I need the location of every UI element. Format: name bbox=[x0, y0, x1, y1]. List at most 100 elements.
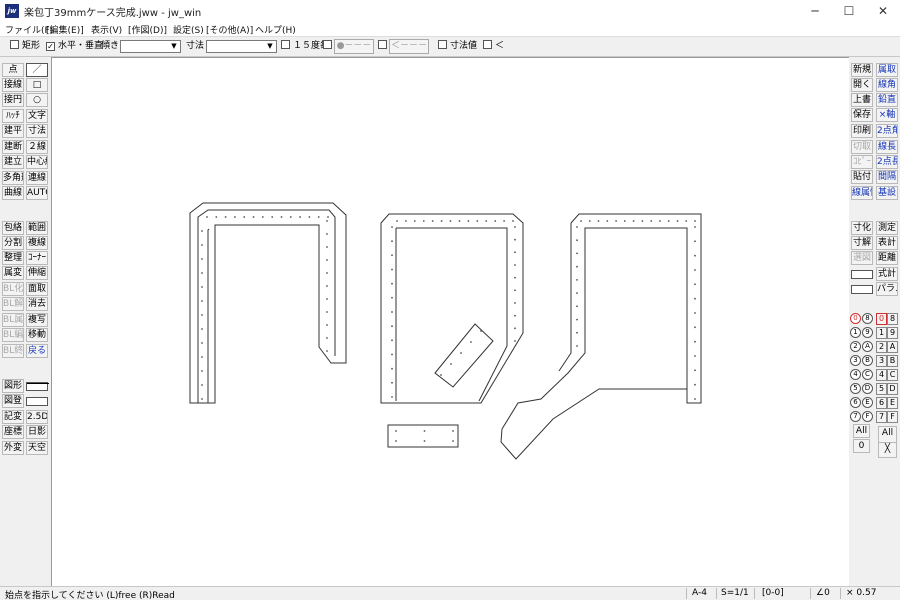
tool-r1-10[interactable]: 表計 bbox=[876, 236, 898, 250]
line-color-swatch[interactable] bbox=[851, 285, 873, 294]
tool-r0-6[interactable]: ｺﾋﾟｰ bbox=[851, 155, 873, 169]
tool-left-4[interactable]: 建平 bbox=[2, 124, 24, 138]
layer-button[interactable]: A bbox=[887, 341, 898, 353]
tool-r0-11[interactable]: 選図 bbox=[851, 251, 873, 265]
tool-left-21[interactable]: 座標 bbox=[2, 425, 24, 439]
tool-left-6[interactable]: 建立 bbox=[2, 155, 24, 169]
line-color-swatch[interactable] bbox=[851, 270, 873, 279]
status-paper-size[interactable]: A-4 bbox=[692, 588, 707, 598]
status-layer[interactable]: [0-0] bbox=[762, 588, 784, 598]
tool-left-0[interactable]: 点 bbox=[2, 63, 24, 77]
layer-button[interactable]: 1 bbox=[876, 327, 887, 339]
cad-part-outline[interactable] bbox=[189, 202, 347, 404]
tool-right-10[interactable]: 複線 bbox=[26, 236, 48, 250]
cad-tab[interactable] bbox=[434, 323, 494, 388]
layer-button[interactable]: F bbox=[887, 411, 898, 423]
checkbox-box[interactable] bbox=[323, 40, 332, 49]
layer-button[interactable]: 2 bbox=[876, 341, 887, 353]
layer-group-button[interactable]: A bbox=[862, 341, 873, 352]
status-angle[interactable]: ∠0 bbox=[816, 588, 830, 598]
tool-r1-6[interactable]: 2点長 bbox=[876, 155, 898, 169]
tool-r0-9[interactable]: 寸化 bbox=[851, 221, 873, 235]
layer-group-button[interactable]: 8 bbox=[862, 313, 873, 324]
menu-edit[interactable]: [編集(E)] bbox=[46, 23, 84, 36]
tool-left-15[interactable]: BL属 bbox=[2, 313, 24, 327]
layer-button[interactable]: 4 bbox=[876, 369, 887, 381]
tool-r1-4[interactable]: 2点角 bbox=[876, 124, 898, 138]
status-zoom[interactable]: × 0.57 bbox=[846, 588, 876, 598]
current-layer-group-button[interactable]: 0 bbox=[853, 439, 870, 453]
checkbox-box[interactable] bbox=[438, 40, 447, 49]
tool-right-14[interactable]: 消去 bbox=[26, 297, 48, 311]
tool-right-20[interactable]: 2.5D bbox=[26, 410, 48, 424]
layer-group-button[interactable]: 9 bbox=[862, 327, 873, 338]
checkbox-box[interactable] bbox=[378, 40, 387, 49]
tool-right-7[interactable]: 連線 bbox=[26, 171, 48, 185]
tool-r0-0[interactable]: 新規 bbox=[851, 63, 873, 77]
tool-right-0[interactable]: ／ bbox=[26, 63, 48, 77]
dropdown-arrow-icon[interactable]: ▼ bbox=[265, 42, 275, 51]
tool-r0-2[interactable]: 上書 bbox=[851, 93, 873, 107]
menu-view[interactable]: 表示(V) bbox=[91, 23, 122, 36]
tool-left-1[interactable]: 接線 bbox=[2, 78, 24, 92]
cad-part-inner-contour[interactable] bbox=[197, 209, 336, 403]
tool-right-13[interactable]: 面取 bbox=[26, 282, 48, 296]
angle15-checkbox[interactable]: １５度毎 bbox=[281, 40, 329, 53]
line-style-swatch[interactable] bbox=[26, 397, 48, 406]
status-scale[interactable]: S=1/1 bbox=[721, 588, 749, 598]
tool-r1-7[interactable]: 間隔 bbox=[876, 170, 898, 184]
layer-group-button[interactable]: 7 bbox=[850, 411, 861, 422]
cad-part-outline[interactable] bbox=[500, 213, 702, 460]
checkbox-box[interactable] bbox=[483, 40, 492, 49]
tool-right-17[interactable]: 戻る bbox=[26, 344, 48, 358]
tool-right-15[interactable]: 複写 bbox=[26, 313, 48, 327]
layer-button[interactable]: 9 bbox=[887, 327, 898, 339]
tool-r0-8[interactable]: 線属性 bbox=[851, 186, 873, 200]
tool-r1-9[interactable]: 測定 bbox=[876, 221, 898, 235]
tool-left-3[interactable]: ﾊｯﾁ bbox=[2, 109, 24, 123]
tool-right-1[interactable]: □ bbox=[26, 78, 48, 92]
layer-button[interactable]: 6 bbox=[876, 397, 887, 409]
tool-right-5[interactable]: ２線 bbox=[26, 140, 48, 154]
dimension-combo[interactable]: ▼ bbox=[206, 40, 277, 53]
menu-other[interactable]: [その他(A)] bbox=[206, 23, 253, 36]
tool-r1-2[interactable]: 鉛直 bbox=[876, 93, 898, 107]
tool-right-6[interactable]: 中心線 bbox=[26, 155, 48, 169]
close-button[interactable]: ✕ bbox=[866, 0, 900, 22]
drawing-svg[interactable] bbox=[52, 58, 850, 587]
tool-left-2[interactable]: 接円 bbox=[2, 93, 24, 107]
tool-r0-1[interactable]: 開く bbox=[851, 78, 873, 92]
tool-right-21[interactable]: 日影 bbox=[26, 425, 48, 439]
checkbox-checked[interactable]: ✓ bbox=[46, 42, 55, 51]
tool-left-12[interactable]: 属変 bbox=[2, 266, 24, 280]
horiz-vert-checkbox[interactable]: ✓ 水平・垂直 bbox=[46, 40, 103, 53]
tool-left-19[interactable]: 図登 bbox=[2, 394, 24, 408]
tool-r1-12[interactable]: 式計 bbox=[876, 267, 898, 281]
rect-checkbox[interactable]: 矩形 bbox=[10, 40, 40, 53]
layer-group-all-button[interactable]: All bbox=[853, 424, 870, 438]
tool-right-2[interactable]: ○ bbox=[26, 93, 48, 107]
layer-group-button[interactable]: 5 bbox=[850, 383, 861, 394]
layer-group-button[interactable]: 0 bbox=[850, 313, 861, 324]
slope-combo[interactable]: ▼ bbox=[120, 40, 181, 53]
layer-group-button[interactable]: C bbox=[862, 369, 873, 380]
layer-group-button[interactable]: 4 bbox=[850, 369, 861, 380]
tool-right-16[interactable]: 移動 bbox=[26, 328, 48, 342]
layer-group-button[interactable]: D bbox=[862, 383, 873, 394]
tool-r1-11[interactable]: 距離 bbox=[876, 251, 898, 265]
tool-r0-4[interactable]: 印刷 bbox=[851, 124, 873, 138]
layer-group-button[interactable]: 1 bbox=[850, 327, 861, 338]
layer-button[interactable]: B bbox=[887, 355, 898, 367]
tool-r1-5[interactable]: 線長 bbox=[876, 140, 898, 154]
tool-right-22[interactable]: 天空 bbox=[26, 441, 48, 455]
dimension-value-checkbox[interactable]: 寸法値 bbox=[438, 40, 477, 53]
tool-left-13[interactable]: BL化 bbox=[2, 282, 24, 296]
tool-right-4[interactable]: 寸法 bbox=[26, 124, 48, 138]
layer-group-button[interactable]: B bbox=[862, 355, 873, 366]
layer-button[interactable]: D bbox=[887, 383, 898, 395]
tool-left-11[interactable]: 整理 bbox=[2, 251, 24, 265]
cad-small-plate[interactable] bbox=[387, 424, 459, 448]
menu-draw[interactable]: [作図(D)] bbox=[128, 23, 167, 36]
layer-button[interactable]: 5 bbox=[876, 383, 887, 395]
layer-button[interactable]: 0 bbox=[876, 313, 887, 325]
